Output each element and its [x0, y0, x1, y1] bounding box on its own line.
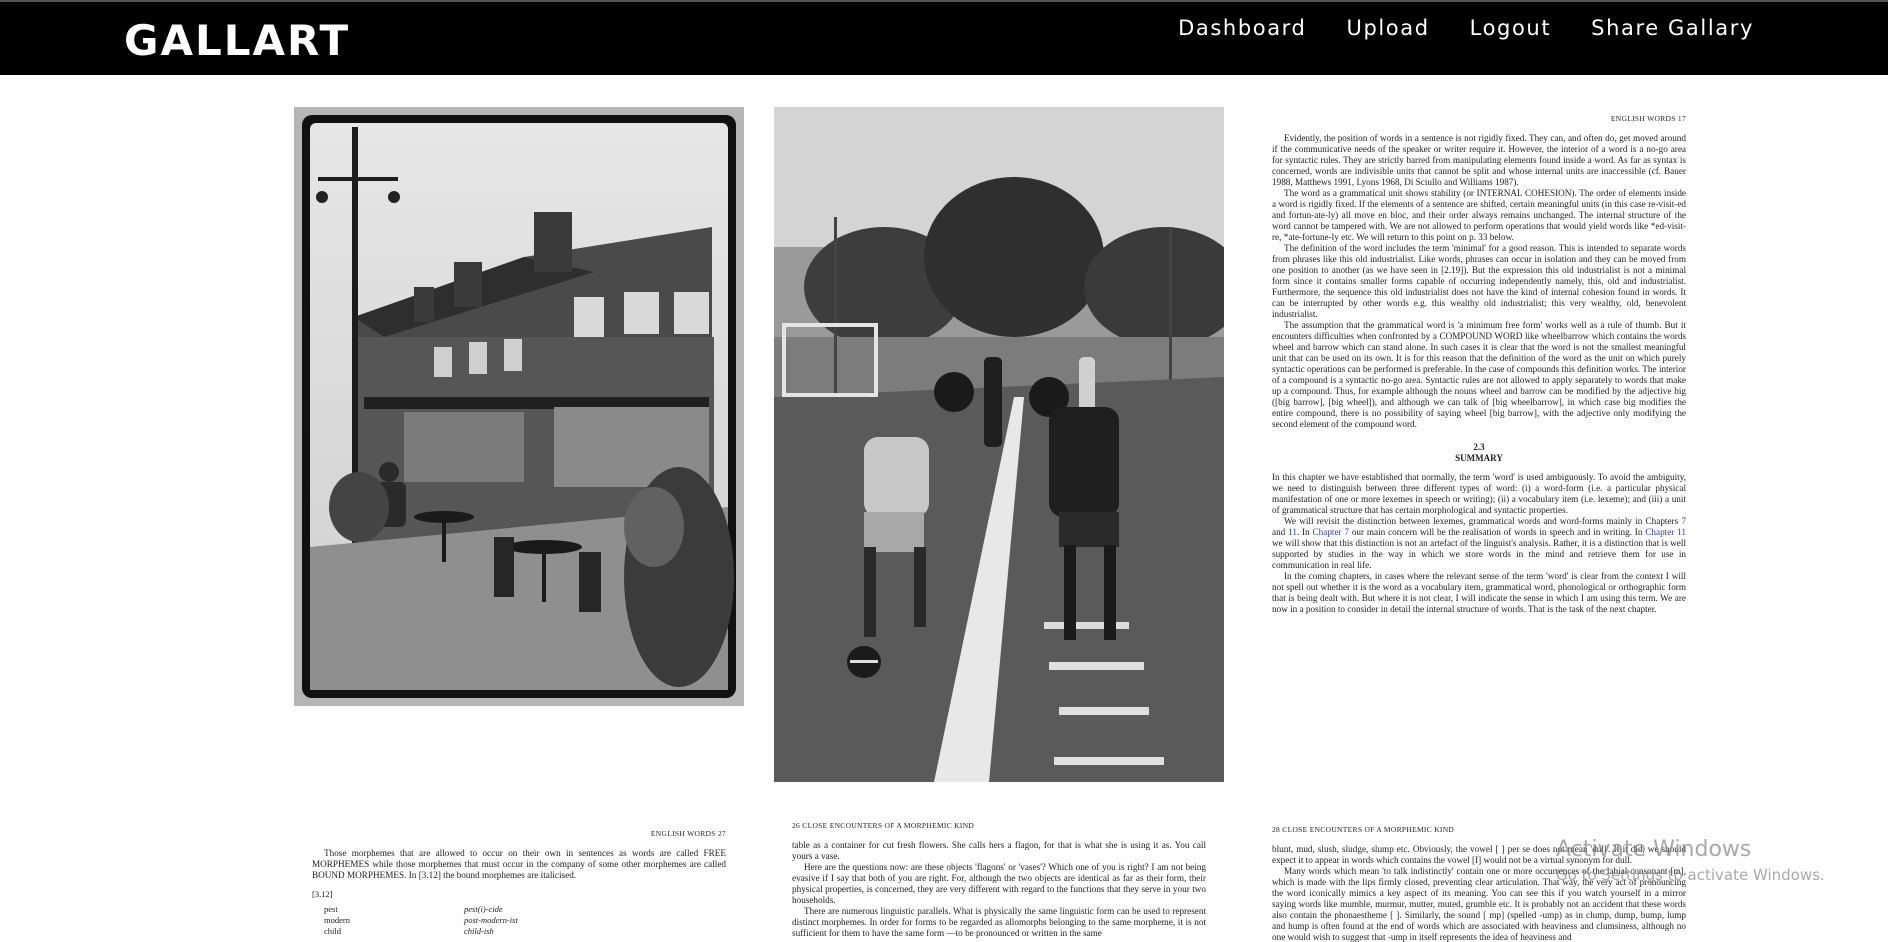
running-head: 26 CLOSE ENCOUNTERS OF A MORPHEMIC KIND	[792, 821, 975, 830]
gallery-image-book-page-27[interactable]: ENGLISH WORDS 27 Those morphemes that ar…	[294, 812, 744, 942]
paragraph: In the coming chapters, in cases where t…	[1272, 571, 1686, 614]
nav-logout-link[interactable]: Logout	[1470, 16, 1552, 40]
example-left: pest	[324, 904, 338, 914]
section-title: SUMMARY	[1455, 453, 1503, 463]
chapter-link[interactable]: 7	[1681, 516, 1686, 526]
gallery-image-book-page-26[interactable]: 26 CLOSE ENCOUNTERS OF A MORPHEMIC KIND …	[774, 812, 1224, 942]
text-span: and	[1272, 527, 1289, 537]
brand-logo[interactable]: GALLART	[124, 16, 350, 65]
example-right: pest(i)-cide	[464, 904, 503, 914]
example-row: child child-ish	[312, 926, 726, 937]
top-navbar: GALLART Dashboard Upload Logout Share Ga…	[0, 0, 1888, 75]
text-span: we will show that this distinction is no…	[1272, 538, 1686, 570]
paragraph: Here are the questions now: are these ob…	[792, 862, 1206, 905]
text-span: our main concern will be the realisation…	[1349, 527, 1646, 537]
example-label: [3.12]	[312, 889, 333, 899]
section-number: 2.3	[1473, 442, 1485, 452]
watermark-subtitle: Go to Settings to activate Windows.	[1556, 866, 1825, 884]
paragraph: Evidently, the position of words in a se…	[1272, 133, 1686, 187]
text-span: We will revisit the distinction between …	[1284, 516, 1682, 526]
paragraph: In this chapter we have established that…	[1272, 472, 1686, 515]
book-page: ENGLISH WORDS 27 Those morphemes that ar…	[294, 812, 744, 937]
paragraph: The word as a grammatical unit shows sta…	[1272, 188, 1686, 242]
main-nav: Dashboard Upload Logout Share Gallary	[1178, 16, 1754, 40]
football-photo	[774, 107, 1224, 782]
example-left: child	[324, 926, 341, 936]
paragraph: There are numerous linguistic parallels.…	[792, 906, 1206, 938]
nav-share-gallery-link[interactable]: Share Gallary	[1591, 16, 1754, 40]
nav-dashboard-link[interactable]: Dashboard	[1178, 16, 1306, 40]
running-head: ENGLISH WORDS 27	[650, 829, 726, 838]
paragraph: Those morphemes that are allowed to occu…	[312, 848, 726, 880]
book-page: ENGLISH WORDS 17 Evidently, the position…	[1254, 107, 1704, 615]
chapter-link[interactable]: Chapter 11	[1645, 527, 1686, 537]
example-row: pest pest(i)-cide	[312, 904, 726, 915]
gallery-image-book-page-17[interactable]: ENGLISH WORDS 17 Evidently, the position…	[1254, 107, 1704, 652]
running-head: ENGLISH WORDS 17	[1610, 114, 1686, 123]
gallery-image-street-cafe[interactable]	[294, 107, 744, 706]
book-page: 26 CLOSE ENCOUNTERS OF A MORPHEMIC KIND …	[774, 812, 1224, 939]
nav-upload-link[interactable]: Upload	[1346, 16, 1429, 40]
text-span: . In	[1296, 527, 1313, 537]
paragraph: The assumption that the grammatical word…	[1272, 320, 1686, 429]
activate-windows-watermark: Activate Windows Go to Settings to activ…	[1556, 837, 1825, 884]
chapter-link[interactable]: Chapter 7	[1313, 527, 1350, 537]
paragraph: The definition of the word includes the …	[1272, 243, 1686, 319]
example-right: child-ish	[464, 926, 494, 936]
chapter-link[interactable]: 11	[1288, 527, 1297, 537]
example-right: post-modern-ist	[464, 915, 518, 925]
running-head: 28 CLOSE ENCOUNTERS OF A MORPHEMIC KIND	[1272, 825, 1455, 834]
paragraph: We will revisit the distinction between …	[1272, 516, 1686, 571]
example-left: modern	[324, 915, 350, 925]
street-cafe-photo	[294, 107, 744, 706]
example-row: modern post-modern-ist	[312, 915, 726, 926]
paragraph: table as a container for cut fresh flowe…	[792, 840, 1206, 861]
gallery-image-football-players[interactable]	[774, 107, 1224, 782]
section-heading: 2.3 SUMMARY	[1272, 442, 1686, 464]
watermark-title: Activate Windows	[1556, 837, 1752, 862]
